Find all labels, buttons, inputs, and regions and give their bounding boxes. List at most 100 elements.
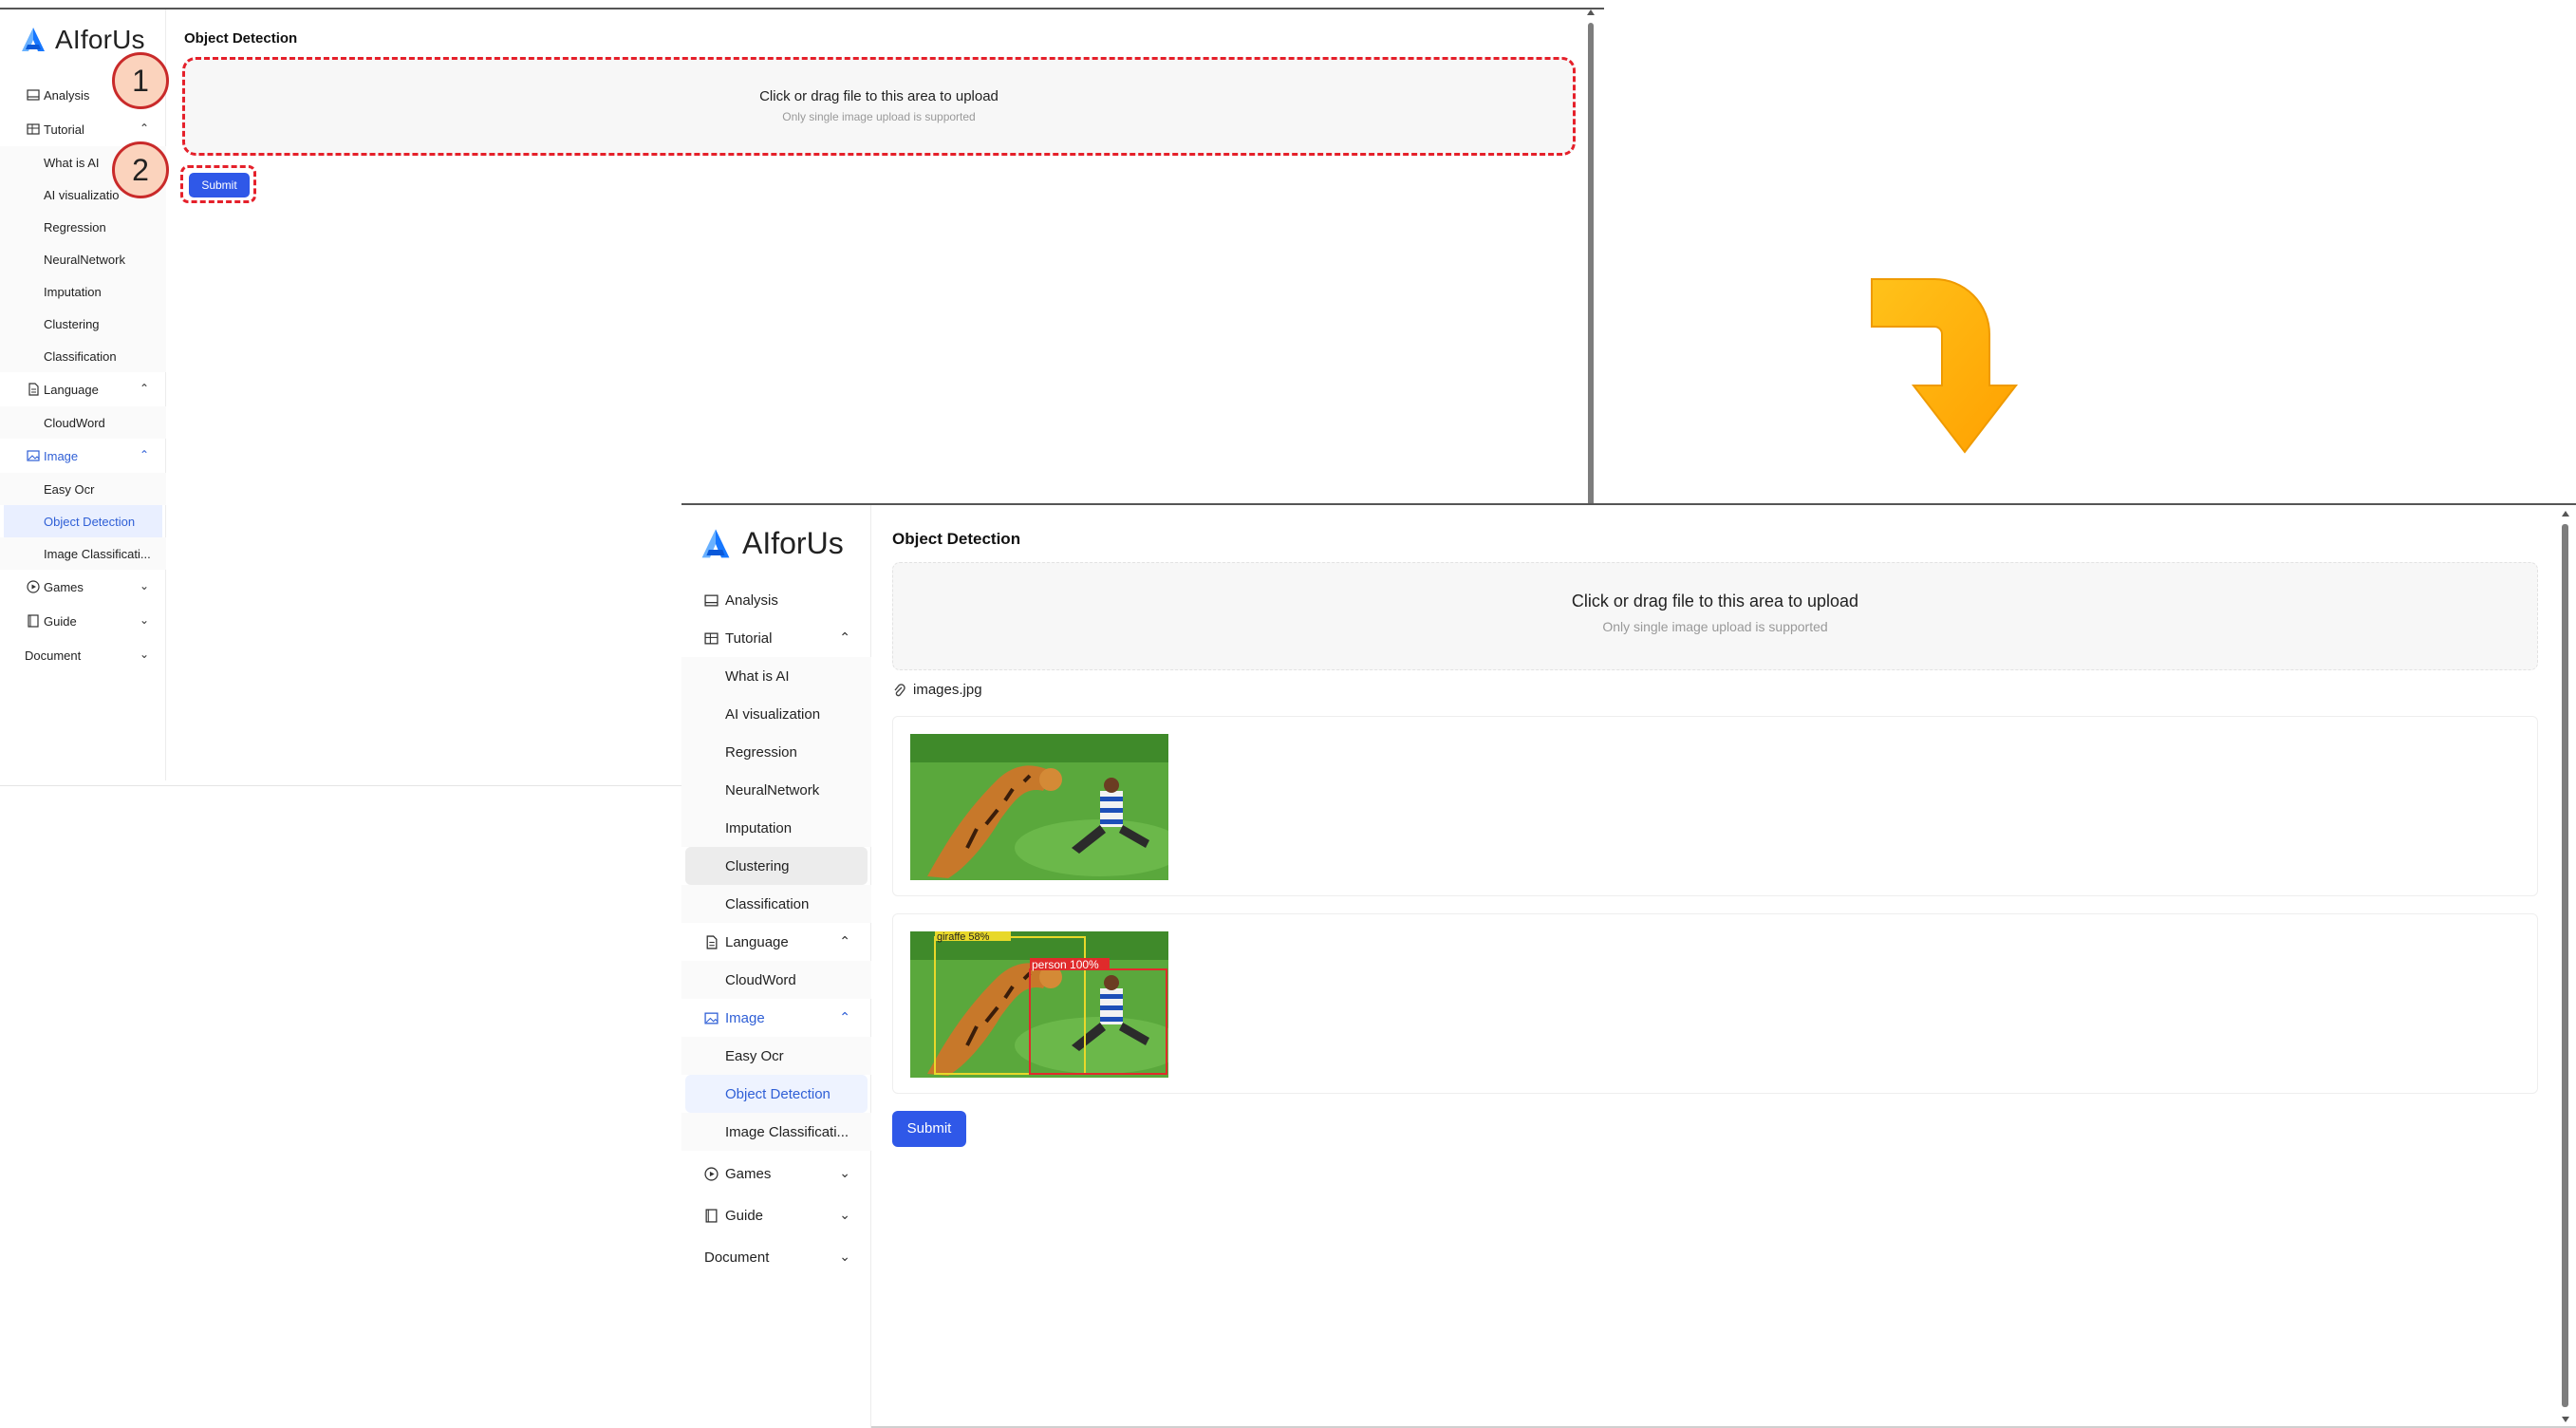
sidebar-item-label: What is AI [44,155,100,170]
sidebar-item-label: Image [725,1009,765,1026]
table-icon [27,123,40,135]
submit-highlight: Submit [180,165,256,203]
sidebar-item-imputation[interactable]: Imputation [0,275,166,308]
book-icon [28,614,39,628]
sidebar-item-guide[interactable]: Guide ⌄ [0,604,166,638]
upload-dropzone[interactable]: Click or drag file to this area to uploa… [892,562,2538,670]
sidebar-item-clustering[interactable]: Clustering [685,847,868,885]
sidebar-item-label: CloudWord [44,415,105,430]
sidebar-item-label: Analysis [725,592,778,609]
picture-icon [27,450,40,461]
scrollbar[interactable] [1587,9,1595,508]
step-badge-1: 1 [112,52,169,109]
detection-result-card: giraffe 58% person 100% [892,913,2538,1094]
sidebar-item-language[interactable]: Language ⌃ [0,372,166,406]
sidebar-item-label: Tutorial [44,122,84,137]
sidebar-item-tutorial[interactable]: Tutorial ⌃ [681,619,871,657]
app-name: AIforUs [55,25,145,54]
sidebar-item-label: Object Detection [725,1085,831,1102]
sidebar-item-label: Classification [725,895,810,912]
sidebar-item-label: Language [44,382,99,397]
transition-arrow-icon [1871,278,2019,454]
play-circle-icon [27,580,40,593]
sidebar-item-image-classification[interactable]: Image Classificati... [681,1113,871,1151]
sidebar-item-cloudword[interactable]: CloudWord [681,961,871,999]
sidebar-item-label: NeuralNetwork [725,781,820,799]
sidebar-item-label: Document [25,648,82,663]
sidebar-item-easy-ocr[interactable]: Easy Ocr [681,1037,871,1075]
sidebar-item-neuralnetwork[interactable]: NeuralNetwork [0,243,166,275]
page-title: Object Detection [184,30,298,47]
sidebar-item-games[interactable]: Games ⌄ [681,1155,871,1193]
sidebar-item-classification[interactable]: Classification [0,340,166,372]
sidebar-item-document[interactable]: Document ⌄ [0,638,166,672]
chevron-down-icon: ⌄ [139,579,149,592]
sidebar-item-object-detection[interactable]: Object Detection [4,505,162,537]
sidebar-item-clustering[interactable]: Clustering [0,308,166,340]
scrollbar[interactable] [2561,511,2570,1422]
sidebar-item-label: NeuralNetwork [44,252,125,267]
chevron-up-icon: ⌃ [139,382,149,395]
sidebar-item-label: Language [725,933,789,950]
sidebar-item-easy-ocr[interactable]: Easy Ocr [0,473,166,505]
scroll-up-icon[interactable] [2562,511,2569,517]
chevron-up-icon: ⌃ [839,1009,850,1024]
sidebar-item-classification[interactable]: Classification [681,885,871,923]
scroll-up-icon[interactable] [1587,9,1595,15]
sidebar-item-label: Regression [44,219,106,235]
sidebar-item-label: Easy Ocr [44,481,95,497]
sidebar-item-label: Imputation [44,284,102,299]
uploaded-file-item[interactable]: images.jpg [892,682,982,698]
book-icon [705,1209,718,1223]
sidebar-item-label: Easy Ocr [725,1047,784,1064]
sidebar-item-label: Image [44,448,79,463]
scroll-down-icon[interactable] [2562,1417,2569,1422]
chevron-down-icon: ⌄ [839,1207,850,1222]
sidebar-item-cloudword[interactable]: CloudWord [0,406,166,439]
sidebar-item-label: AI visualization [725,705,821,723]
sidebar: AIforUs Analysis Tutorial ⌃ What is AI A… [681,505,871,1428]
sidebar-item-image[interactable]: Image ⌃ [0,439,166,473]
sidebar-item-imputation[interactable]: Imputation [681,809,871,847]
scrollbar-thumb[interactable] [1588,23,1594,507]
sidebar-item-what-is-ai[interactable]: What is AI [681,657,871,695]
sidebar-item-label: Object Detection [44,514,136,529]
chevron-up-icon: ⌃ [839,629,850,645]
sidebar-item-object-detection[interactable]: Object Detection [685,1075,868,1113]
sidebar-item-image[interactable]: Image ⌃ [681,999,871,1037]
chevron-down-icon: ⌄ [839,1249,850,1264]
sidebar-item-label: Tutorial [725,629,773,647]
sidebar-item-analysis[interactable]: Analysis [681,581,871,619]
upload-dropzone[interactable]: Click or drag file to this area to uploa… [182,57,1576,156]
sidebar-item-neuralnetwork[interactable]: NeuralNetwork [681,771,871,809]
sidebar-item-document[interactable]: Document ⌄ [681,1238,871,1276]
sidebar: AIforUs Analysis Tutorial ⌃ What is AI A… [0,9,166,780]
detection-result-image: giraffe 58% person 100% [910,931,1168,1078]
sidebar-item-label: Image Classificati... [725,1123,849,1140]
sidebar-item-guide[interactable]: Guide ⌄ [681,1196,871,1234]
submit-button[interactable]: Submit [189,173,250,197]
aiforus-logo-icon [22,28,45,51]
chevron-up-icon: ⌃ [839,933,850,949]
chevron-down-icon: ⌄ [139,648,149,661]
sidebar-item-label: Clustering [44,316,100,331]
scrollbar-thumb[interactable] [2562,524,2568,1407]
sidebar-menu: Analysis Tutorial ⌃ What is AI AI visual… [681,581,871,1276]
sidebar-item-regression[interactable]: Regression [0,211,166,243]
original-image [910,734,1168,880]
sidebar-item-label: Regression [725,743,797,761]
sidebar-item-games[interactable]: Games ⌄ [0,570,166,604]
logo[interactable]: AIforUs [19,25,145,55]
sidebar-item-image-classification[interactable]: Image Classificati... [0,537,166,570]
logo[interactable]: AIforUs [699,526,844,561]
upload-primary-text: Click or drag file to this area to uploa… [1571,592,1859,611]
sidebar-item-language[interactable]: Language ⌃ [681,923,871,961]
sidebar-item-label: What is AI [725,667,790,685]
sidebar-item-ai-visualization[interactable]: AI visualization [681,695,871,733]
sidebar-item-label: Document [704,1249,770,1266]
chevron-down-icon: ⌄ [139,613,149,627]
sidebar-item-label: Clustering [725,857,790,874]
sidebar-item-regression[interactable]: Regression [681,733,871,771]
submit-button[interactable]: Submit [892,1111,966,1147]
page-title: Object Detection [892,530,1021,548]
